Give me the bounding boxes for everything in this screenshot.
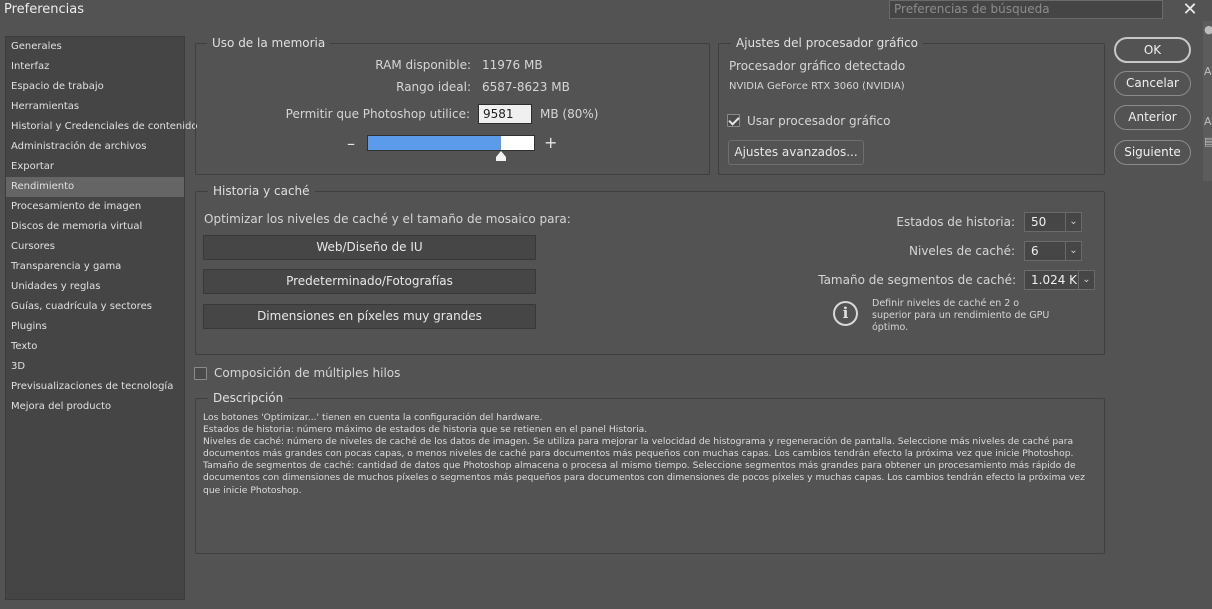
history-states-select[interactable]: 50 ⌄ <box>1024 212 1082 232</box>
cache-tile-size-select[interactable]: 1.024 K ⌄ <box>1024 270 1095 290</box>
ideal-range-value: 6587-8623 MB <box>482 80 570 94</box>
cache-tile-size-label: Tamaño de segmentos de caché: <box>818 273 1016 287</box>
chevron-down-icon: ⌄ <box>1065 213 1081 231</box>
title-bar: Preferencias Preferencias de búsqueda ✕ <box>0 0 1212 21</box>
optimize-web-ui-button[interactable]: Web/Diseño de IU <box>203 235 536 260</box>
info-icon: i <box>833 301 858 326</box>
previous-button[interactable]: Anterior <box>1114 105 1191 130</box>
sidebar-item-espacio-de-trabajo[interactable]: Espacio de trabajo <box>6 77 184 97</box>
cache-levels-value: 6 <box>1031 244 1039 258</box>
description-title: Descripción <box>208 390 289 406</box>
sidebar-item-rendimiento[interactable]: Rendimiento <box>6 177 184 197</box>
use-gpu-label[interactable]: Usar procesador gráfico <box>747 114 890 128</box>
ram-available-label: RAM disponible: <box>375 58 471 72</box>
edge-glyph-3: A <box>1204 115 1212 128</box>
ram-available-value: 11976 MB <box>482 58 543 72</box>
sidebar-item-exportar[interactable]: Exportar <box>6 157 184 177</box>
sidebar-item-transparencia[interactable]: Transparencia y gama <box>6 257 184 277</box>
next-button[interactable]: Siguiente <box>1114 140 1191 165</box>
sidebar-item-cursores[interactable]: Cursores <box>6 237 184 257</box>
edge-glyph-2: A <box>1204 65 1212 78</box>
sidebar-item-3d[interactable]: 3D <box>6 357 184 377</box>
memory-decrease-button[interactable]: – <box>347 136 355 152</box>
description-line: Tamaño de segmentos de caché: cantidad d… <box>203 460 1085 496</box>
use-gpu-checkbox[interactable] <box>727 114 740 127</box>
description-line: Niveles de caché: número de niveles de c… <box>203 436 1074 460</box>
memory-unit-label: MB (80%) <box>540 107 599 121</box>
preferences-sidebar: Generales Interfaz Espacio de trabajo He… <box>5 36 198 600</box>
memory-slider[interactable] <box>367 135 535 161</box>
advanced-settings-button[interactable]: Ajustes avanzados... <box>728 140 864 165</box>
history-states-value: 50 <box>1031 215 1047 229</box>
sidebar-item-generales[interactable]: Generales <box>6 37 184 57</box>
right-edge-toolbar: ● A A ▤ <box>1203 21 1212 181</box>
sidebar-item-administracion-archivos[interactable]: Administración de archivos <box>6 137 184 157</box>
gpu-settings-title: Ajustes del procesador gráfico <box>731 35 924 51</box>
history-states-label: Estados de historia: <box>896 215 1015 229</box>
sidebar-item-discos-memoria[interactable]: Discos de memoria virtual <box>6 217 184 237</box>
memory-increase-button[interactable]: + <box>544 135 557 151</box>
multithreaded-compositing-label[interactable]: Composición de múltiples hilos <box>214 366 400 380</box>
sidebar-item-historial[interactable]: Historial y Credenciales de contenido <box>6 117 198 137</box>
chevron-down-icon: ⌄ <box>1065 242 1081 260</box>
description-text: Los botones 'Optimizar...' tienen en cue… <box>203 412 1098 497</box>
sidebar-item-herramientas[interactable]: Herramientas <box>6 97 184 117</box>
optimize-default-photos-button[interactable]: Predeterminado/Fotografías <box>203 269 536 294</box>
cache-tile-size-value: 1.024 K <box>1031 273 1078 287</box>
gpu-detected-value: NVIDIA GeForce RTX 3060 (NVIDIA) <box>729 81 905 92</box>
sidebar-item-mejora-producto[interactable]: Mejora del producto <box>6 397 184 417</box>
close-icon[interactable]: ✕ <box>1180 0 1200 20</box>
cache-levels-label: Niveles de caché: <box>909 244 1015 258</box>
memory-amount-input[interactable]: 9581 <box>478 104 532 124</box>
cancel-button[interactable]: Cancelar <box>1114 71 1191 96</box>
sidebar-item-unidades[interactable]: Unidades y reglas <box>6 277 184 297</box>
sidebar-item-plugins[interactable]: Plugins <box>6 317 184 337</box>
memory-slider-handle[interactable] <box>495 151 506 161</box>
edge-glyph-1: ● <box>1204 23 1212 36</box>
sidebar-item-guias[interactable]: Guías, cuadrícula y sectores <box>6 297 184 317</box>
gpu-detected-label: Procesador gráfico detectado <box>729 59 906 73</box>
edge-glyph-4: ▤ <box>1204 135 1212 148</box>
chevron-down-icon: ⌄ <box>1078 271 1094 289</box>
preferences-search-input[interactable]: Preferencias de búsqueda <box>889 0 1163 19</box>
history-cache-title: Historia y caché <box>208 183 315 199</box>
optimize-large-pixel-button[interactable]: Dimensiones en píxeles muy grandes <box>203 304 536 329</box>
sidebar-item-interfaz[interactable]: Interfaz <box>6 57 184 77</box>
ideal-range-label: Rango ideal: <box>396 80 471 94</box>
multithreaded-compositing-checkbox[interactable] <box>194 367 207 380</box>
allow-photoshop-label: Permitir que Photoshop utilice: <box>285 107 470 121</box>
gpu-cache-info-text: Definir niveles de caché en 2 o superior… <box>872 298 1050 333</box>
optimize-cache-label: Optimizar los niveles de caché y el tama… <box>204 212 571 226</box>
sidebar-item-previsualizaciones[interactable]: Previsualizaciones de tecnología <box>6 377 184 397</box>
window-title: Preferencias <box>4 2 85 17</box>
description-line: Los botones 'Optimizar...' tienen en cue… <box>203 412 543 423</box>
ok-button[interactable]: OK <box>1114 37 1191 63</box>
sidebar-item-texto[interactable]: Texto <box>6 337 184 357</box>
sidebar-item-procesamiento-imagen[interactable]: Procesamiento de imagen <box>6 197 184 217</box>
description-line: Estados de historia: número máximo de es… <box>203 424 648 436</box>
memory-usage-title: Uso de la memoria <box>207 35 331 51</box>
memory-slider-fill <box>368 136 501 150</box>
cache-levels-select[interactable]: 6 ⌄ <box>1024 241 1082 261</box>
